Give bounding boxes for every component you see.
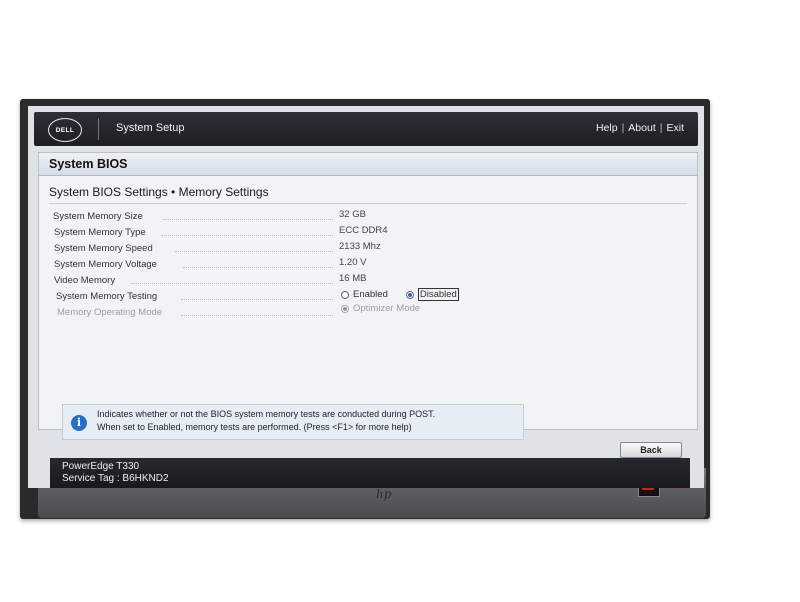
header-links: Help | About | Exit — [596, 122, 684, 134]
section-header: System BIOS — [39, 153, 697, 176]
dell-logo-icon: DELL — [48, 118, 82, 142]
help-link[interactable]: Help — [596, 122, 618, 134]
title-divider — [49, 203, 687, 204]
setting-label-memory-testing: System Memory Testing — [56, 291, 158, 302]
setting-value-memory-speed: 2133 Mhz — [339, 241, 381, 252]
hp-logo-icon: hp — [376, 487, 392, 501]
radio-unchecked-icon — [341, 290, 349, 299]
setting-value-video-memory: 16 MB — [339, 273, 367, 284]
footer-bar: PowerEdge T330 Service Tag : B6HKND2 — [50, 458, 690, 488]
setting-label-memory-type: System Memory Type — [54, 227, 146, 238]
dot-leader — [131, 283, 333, 284]
radio-label-optimizer-mode: Optimizer Mode — [353, 303, 421, 314]
dot-leader — [181, 299, 333, 300]
content-panel: System BIOS System BIOS Settings • Memor… — [38, 152, 698, 430]
bios-screen: DELL System Setup Help | About | Exit Sy… — [28, 106, 704, 488]
dot-leader — [181, 315, 333, 316]
setting-value-memory-size: 32 GB — [339, 209, 366, 220]
system-info: PowerEdge T330 Service Tag : B6HKND2 — [62, 461, 169, 485]
dot-leader — [161, 235, 333, 236]
memory-testing-radio-group: Enabled Disabled — [341, 288, 459, 301]
page-title: System BIOS Settings • Memory Settings — [49, 185, 269, 199]
setting-value-memory-type: ECC DDR4 — [339, 225, 388, 236]
help-text-line-1: Indicates whether or not the BIOS system… — [97, 409, 436, 419]
setting-label-memory-voltage: System Memory Voltage — [54, 259, 157, 270]
setting-label-memory-operating-mode: Memory Operating Mode — [57, 307, 163, 318]
radio-label-disabled: Disabled — [417, 288, 459, 301]
link-separator: | — [659, 122, 663, 134]
exit-link[interactable]: Exit — [666, 122, 684, 134]
dot-leader — [175, 251, 333, 252]
link-separator: | — [621, 122, 625, 134]
dot-leader — [163, 219, 333, 220]
about-link[interactable]: About — [628, 122, 655, 134]
setting-label-memory-size: System Memory Size — [53, 211, 143, 222]
header-bar: DELL System Setup Help | About | Exit — [34, 112, 698, 146]
setting-label-memory-speed: System Memory Speed — [54, 243, 153, 254]
radio-optimizer-mode: Optimizer Mode — [341, 303, 420, 314]
help-text-line-2: When set to Enabled, memory tests are pe… — [97, 422, 412, 432]
info-icon: i — [71, 415, 87, 431]
radio-enabled[interactable]: Enabled — [341, 288, 388, 301]
model-name: PowerEdge T330 — [62, 461, 140, 472]
radio-checked-icon — [405, 290, 414, 299]
header-divider — [98, 118, 99, 140]
service-tag: Service Tag : B6HKND2 — [62, 473, 169, 484]
radio-checked-icon — [341, 304, 349, 313]
dot-leader — [183, 267, 333, 268]
section-title: System BIOS — [49, 157, 128, 171]
setting-value-memory-voltage: 1.20 V — [339, 257, 367, 268]
radio-label-enabled: Enabled — [353, 289, 388, 300]
back-button[interactable]: Back — [620, 442, 682, 458]
radio-disabled[interactable]: Disabled — [405, 288, 459, 301]
setting-label-video-memory: Video Memory — [54, 275, 116, 286]
operating-mode-radio-group: Optimizer Mode — [341, 303, 420, 314]
app-title: System Setup — [116, 122, 185, 134]
help-panel: i Indicates whether or not the BIOS syst… — [62, 404, 524, 440]
